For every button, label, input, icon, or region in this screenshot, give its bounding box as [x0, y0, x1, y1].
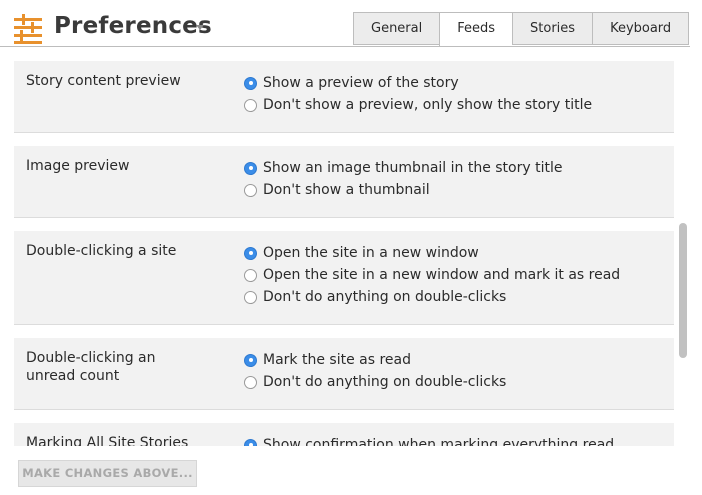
option-label: Don't do anything on double-clicks	[263, 289, 507, 305]
tab-general[interactable]: General	[353, 12, 440, 45]
tab-keyboard[interactable]: Keyboard	[592, 12, 690, 45]
scrollbar-thumb[interactable]	[679, 223, 687, 358]
section-label-line: unread count	[26, 368, 120, 384]
option-label: Open the site in a new window and mark i…	[263, 267, 621, 283]
newsblur-logo-icon[interactable]	[14, 14, 42, 44]
radio-button[interactable]	[244, 375, 257, 389]
option-show-thumbnail[interactable]: Show an image thumbnail in the story tit…	[244, 158, 562, 178]
tab-feeds[interactable]: Feeds	[439, 12, 513, 47]
radio-button[interactable]	[244, 290, 257, 304]
option-show-confirmation[interactable]: Show confirmation when marking everythin…	[244, 435, 614, 446]
option-no-thumbnail[interactable]: Don't show a thumbnail	[244, 180, 430, 200]
radio-button[interactable]	[244, 438, 257, 446]
option-label: Don't do anything on double-clicks	[263, 374, 507, 390]
chevron-down-icon[interactable]	[196, 25, 204, 30]
section-label-line: Double-clicking an	[26, 350, 156, 366]
option-open-new-window[interactable]: Open the site in a new window	[244, 243, 479, 263]
radio-button[interactable]	[244, 268, 257, 282]
radio-button[interactable]	[244, 353, 257, 367]
section-image-preview: Image preview Show an image thumbnail in…	[14, 146, 674, 218]
tab-bar: General Feeds Stories Keyboard	[353, 12, 690, 47]
radio-button[interactable]	[244, 76, 257, 90]
option-do-nothing[interactable]: Don't do anything on double-clicks	[244, 372, 506, 392]
option-no-preview[interactable]: Don't show a preview, only show the stor…	[244, 95, 592, 115]
section-double-click-unread-count: Double-clicking an unread count Mark the…	[14, 338, 674, 410]
option-label: Open the site in a new window	[263, 245, 479, 261]
radio-button[interactable]	[244, 246, 257, 260]
preferences-list[interactable]: Story content preview Show a preview of …	[0, 47, 690, 446]
option-show-preview[interactable]: Show a preview of the story	[244, 73, 459, 93]
option-label: Don't show a preview, only show the stor…	[263, 97, 593, 113]
option-mark-site-read[interactable]: Mark the site as read	[244, 350, 411, 370]
option-open-and-mark-read[interactable]: Open the site in a new window and mark i…	[244, 265, 620, 285]
radio-button[interactable]	[244, 98, 257, 112]
option-do-nothing[interactable]: Don't do anything on double-clicks	[244, 287, 506, 307]
section-mark-all-stories: Marking All Site Stories Show confirmati…	[14, 423, 674, 446]
section-double-click-site: Double-clicking a site Open the site in …	[14, 231, 674, 325]
option-label: Show a preview of the story	[263, 75, 459, 91]
option-label: Don't show a thumbnail	[263, 182, 430, 198]
save-button[interactable]: MAKE CHANGES ABOVE...	[18, 460, 197, 487]
radio-button[interactable]	[244, 183, 257, 197]
option-label: Show confirmation when marking everythin…	[263, 437, 615, 446]
section-label: Double-clicking a site	[26, 243, 177, 259]
footer: MAKE CHANGES ABOVE...	[0, 446, 702, 495]
radio-button[interactable]	[244, 161, 257, 175]
option-label: Show an image thumbnail in the story tit…	[263, 160, 563, 176]
section-label: Image preview	[26, 158, 130, 174]
section-story-content-preview: Story content preview Show a preview of …	[14, 61, 674, 133]
page-title: Preferences	[54, 13, 212, 39]
section-label: Story content preview	[26, 73, 181, 89]
tab-stories[interactable]: Stories	[512, 12, 593, 45]
section-label: Marking All Site Stories	[26, 435, 189, 446]
option-label: Mark the site as read	[263, 352, 411, 368]
header: Preferences General Feeds Stories Keyboa…	[0, 0, 702, 47]
section-label: Double-clicking an unread count	[26, 349, 201, 385]
